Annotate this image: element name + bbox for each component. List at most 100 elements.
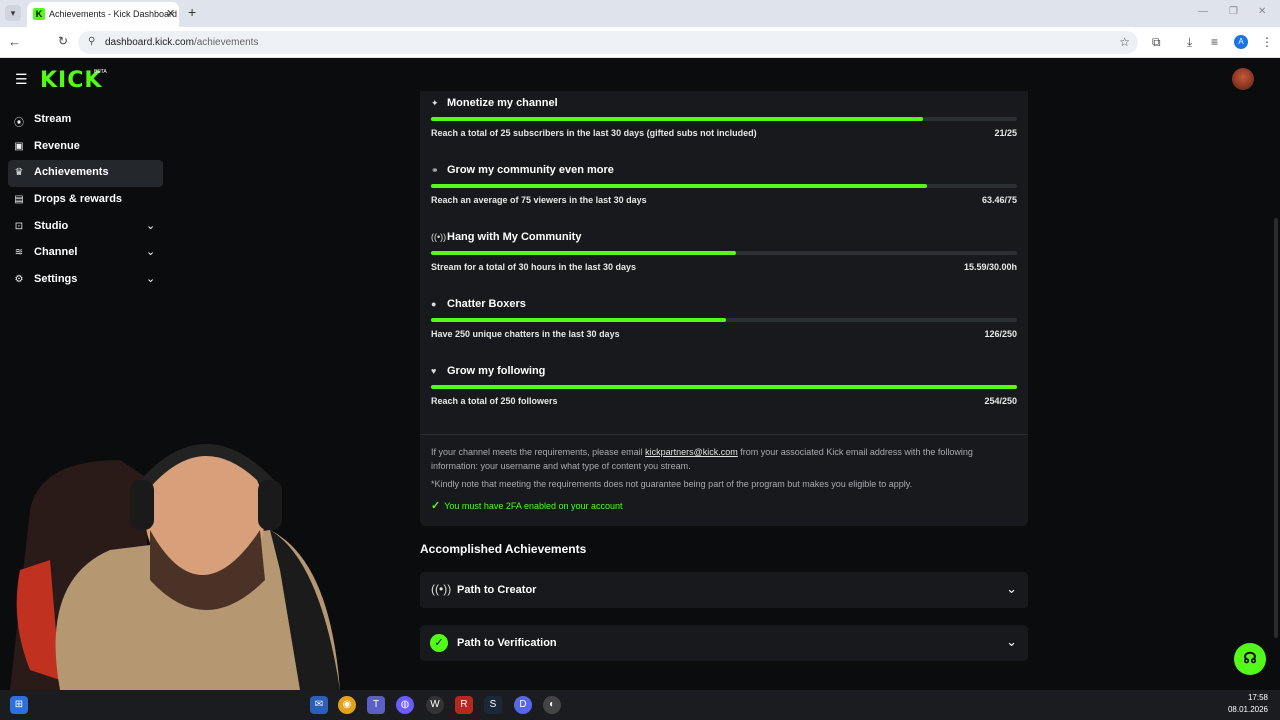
sidebar-item-stream[interactable]: ⦿ Stream [8, 107, 163, 134]
broadcast-icon: ((•)) [431, 582, 452, 596]
user-avatar[interactable] [1232, 68, 1254, 90]
url-text[interactable]: dashboard.kick.com/achievements [105, 37, 258, 48]
teams-app-icon[interactable]: T [367, 696, 385, 714]
gear-icon: ⚙ [14, 274, 24, 286]
goal-title: Grow my community even more [447, 164, 614, 176]
wordpress-app-icon[interactable]: W [426, 696, 444, 714]
mail-app-icon[interactable]: ✉ [310, 696, 328, 714]
tab-close-icon[interactable]: ✕ [166, 7, 175, 20]
browser-menu-icon[interactable]: ⋮ [1261, 35, 1273, 49]
progress-bar [431, 385, 1017, 389]
scrollbar[interactable] [1274, 218, 1278, 638]
minimize-icon[interactable]: — [1198, 6, 1208, 17]
discord-app-icon[interactable]: D [514, 696, 532, 714]
gift-icon: ▤ [14, 194, 24, 206]
hamburger-menu-icon[interactable]: ☰ [15, 71, 28, 88]
eligibility-note: *Kindly note that meeting the requiremen… [431, 479, 913, 489]
goal-value: 21/25 [994, 128, 1017, 138]
goal-description: Reach an average of 75 viewers in the la… [431, 195, 647, 205]
sparkle-icon: ✦ [431, 98, 439, 108]
chrome-app-icon[interactable]: ◉ [338, 696, 356, 714]
chevron-down-icon[interactable]: ⌄ [146, 219, 155, 232]
sidebar-item-drops-rewards[interactable]: ▤ Drops & rewards [8, 187, 163, 214]
sidebar-item-label: Achievements [34, 166, 109, 179]
chevron-down-icon[interactable]: ⌄ [1006, 634, 1017, 650]
messenger-app-icon[interactable]: ◍ [396, 696, 414, 714]
sidebar-item-revenue[interactable]: ▣ Revenue [8, 134, 163, 161]
chat-icon: ● [431, 299, 437, 309]
download-icon[interactable]: ⤓ [1187, 35, 1192, 50]
sidebar-item-label: Drops & rewards [34, 193, 123, 206]
goal-value: 15.59/30.00h [963, 262, 1017, 272]
application-info-text: If your channel meets the requirements, … [431, 447, 973, 471]
accomplished-heading: Accomplished Achievements [420, 542, 587, 556]
partner-requirements-card: ✦ Monetize my channel Reach a total of 2… [420, 91, 1028, 526]
windows-start-icon[interactable]: ⊞ [10, 696, 28, 714]
goal-title: Grow my following [447, 365, 546, 377]
goal-value: 63.46/75 [981, 195, 1017, 205]
broadcast-icon: ((•)) [431, 232, 447, 242]
broadcast-icon: ⦿ [14, 118, 24, 129]
progress-bar [431, 117, 1017, 121]
goal-value: 254/250 [984, 396, 1017, 406]
new-tab-icon[interactable]: + [188, 4, 196, 20]
accordion-label: Path to Creator [457, 584, 537, 596]
maximize-icon[interactable]: ❐ [1229, 6, 1238, 17]
chevron-down-icon[interactable]: ⌄ [146, 245, 155, 258]
tab-search-icon[interactable]: ▾ [5, 5, 21, 21]
sidebar-item-settings[interactable]: ⚙ Settings ⌄ [8, 267, 163, 294]
webcam-overlay [10, 444, 341, 690]
goal-value: 126/250 [984, 329, 1017, 339]
channel-icon: ≋ [14, 247, 24, 259]
sidebar-item-label: Stream [34, 113, 72, 125]
trophy-icon: ♛ [14, 167, 24, 179]
address-bar[interactable]: ⚲ dashboard.kick.com/achievements ☆ [78, 31, 1138, 54]
support-chat-button[interactable]: ☊ [1234, 643, 1266, 675]
accordion-label: Path to Verification [457, 637, 557, 649]
sidebar-item-achievements[interactable]: ♛ Achievements [8, 160, 163, 188]
goal-title: Monetize my channel [447, 97, 558, 109]
checkmark-icon: ✓ [431, 500, 441, 512]
progress-bar [431, 251, 1017, 255]
browser-tab-bar: ▾ K Achievements - Kick Dashboard ✕ + — … [0, 0, 1280, 27]
chevron-down-icon[interactable]: ⌄ [1006, 581, 1017, 597]
progress-fill [431, 318, 727, 322]
clock-time[interactable]: 17:58 [1248, 693, 1268, 702]
progress-fill [431, 184, 927, 188]
progress-bar [431, 184, 1017, 188]
browser-profile-avatar[interactable]: A [1234, 35, 1248, 49]
sidebar-item-label: Studio [34, 219, 69, 232]
bookmark-star-icon[interactable]: ☆ [1119, 35, 1130, 49]
email-link[interactable]: kickpartners@kick.com [645, 447, 738, 457]
media-control-icon[interactable]: ≡ [1211, 35, 1218, 49]
goal-title: Hang with My Community [447, 231, 582, 243]
tab-title: Achievements - Kick Dashboard [49, 9, 178, 19]
steam-app-icon[interactable]: S [484, 696, 502, 714]
progress-fill [431, 385, 1017, 389]
sidebar-item-label: Settings [34, 273, 78, 286]
sidebar: ⦿ Stream ▣ Revenue ♛ Achievements ▤ Drop… [8, 107, 163, 294]
progress-bar [431, 318, 1017, 322]
kick-favicon-icon: K [33, 8, 45, 20]
accordion-path-to-creator[interactable]: ((•)) Path to Creator ⌄ [420, 572, 1028, 608]
reload-icon[interactable]: ↻ [58, 34, 68, 48]
browser-tab[interactable]: K Achievements - Kick Dashboard ✕ [27, 2, 179, 27]
clock-date[interactable]: 08.01.2026 [1228, 705, 1268, 714]
site-info-icon[interactable]: ⚲ [88, 36, 95, 47]
game-app-icon[interactable]: R [455, 696, 473, 714]
goal-description: Reach a total of 25 subscribers in the l… [431, 128, 757, 138]
back-arrow-icon[interactable]: ← [8, 34, 21, 49]
extensions-icon[interactable]: ⧉ [1152, 35, 1161, 50]
divider [420, 434, 1028, 435]
obs-app-icon[interactable]: ◐ [543, 696, 561, 714]
twofa-requirement: ✓ You must have 2FA enabled on your accou… [431, 500, 623, 512]
accordion-path-to-verification[interactable]: ✓ Path to Verification ⌄ [420, 625, 1028, 661]
os-taskbar: ⊞ ✉ ◉ T ◍ W R S D ◐ 17:58 08.01.2026 [0, 690, 1280, 720]
goal-description: Stream for a total of 30 hours in the la… [431, 262, 637, 272]
progress-fill [431, 117, 924, 121]
window-close-icon[interactable]: ✕ [1258, 6, 1266, 17]
chevron-down-icon[interactable]: ⌄ [146, 272, 155, 285]
sidebar-item-studio[interactable]: ⊡ Studio ⌄ [8, 214, 163, 241]
sidebar-item-channel[interactable]: ≋ Channel ⌄ [8, 240, 163, 267]
goal-description: Have 250 unique chatters in the last 30 … [431, 329, 620, 339]
